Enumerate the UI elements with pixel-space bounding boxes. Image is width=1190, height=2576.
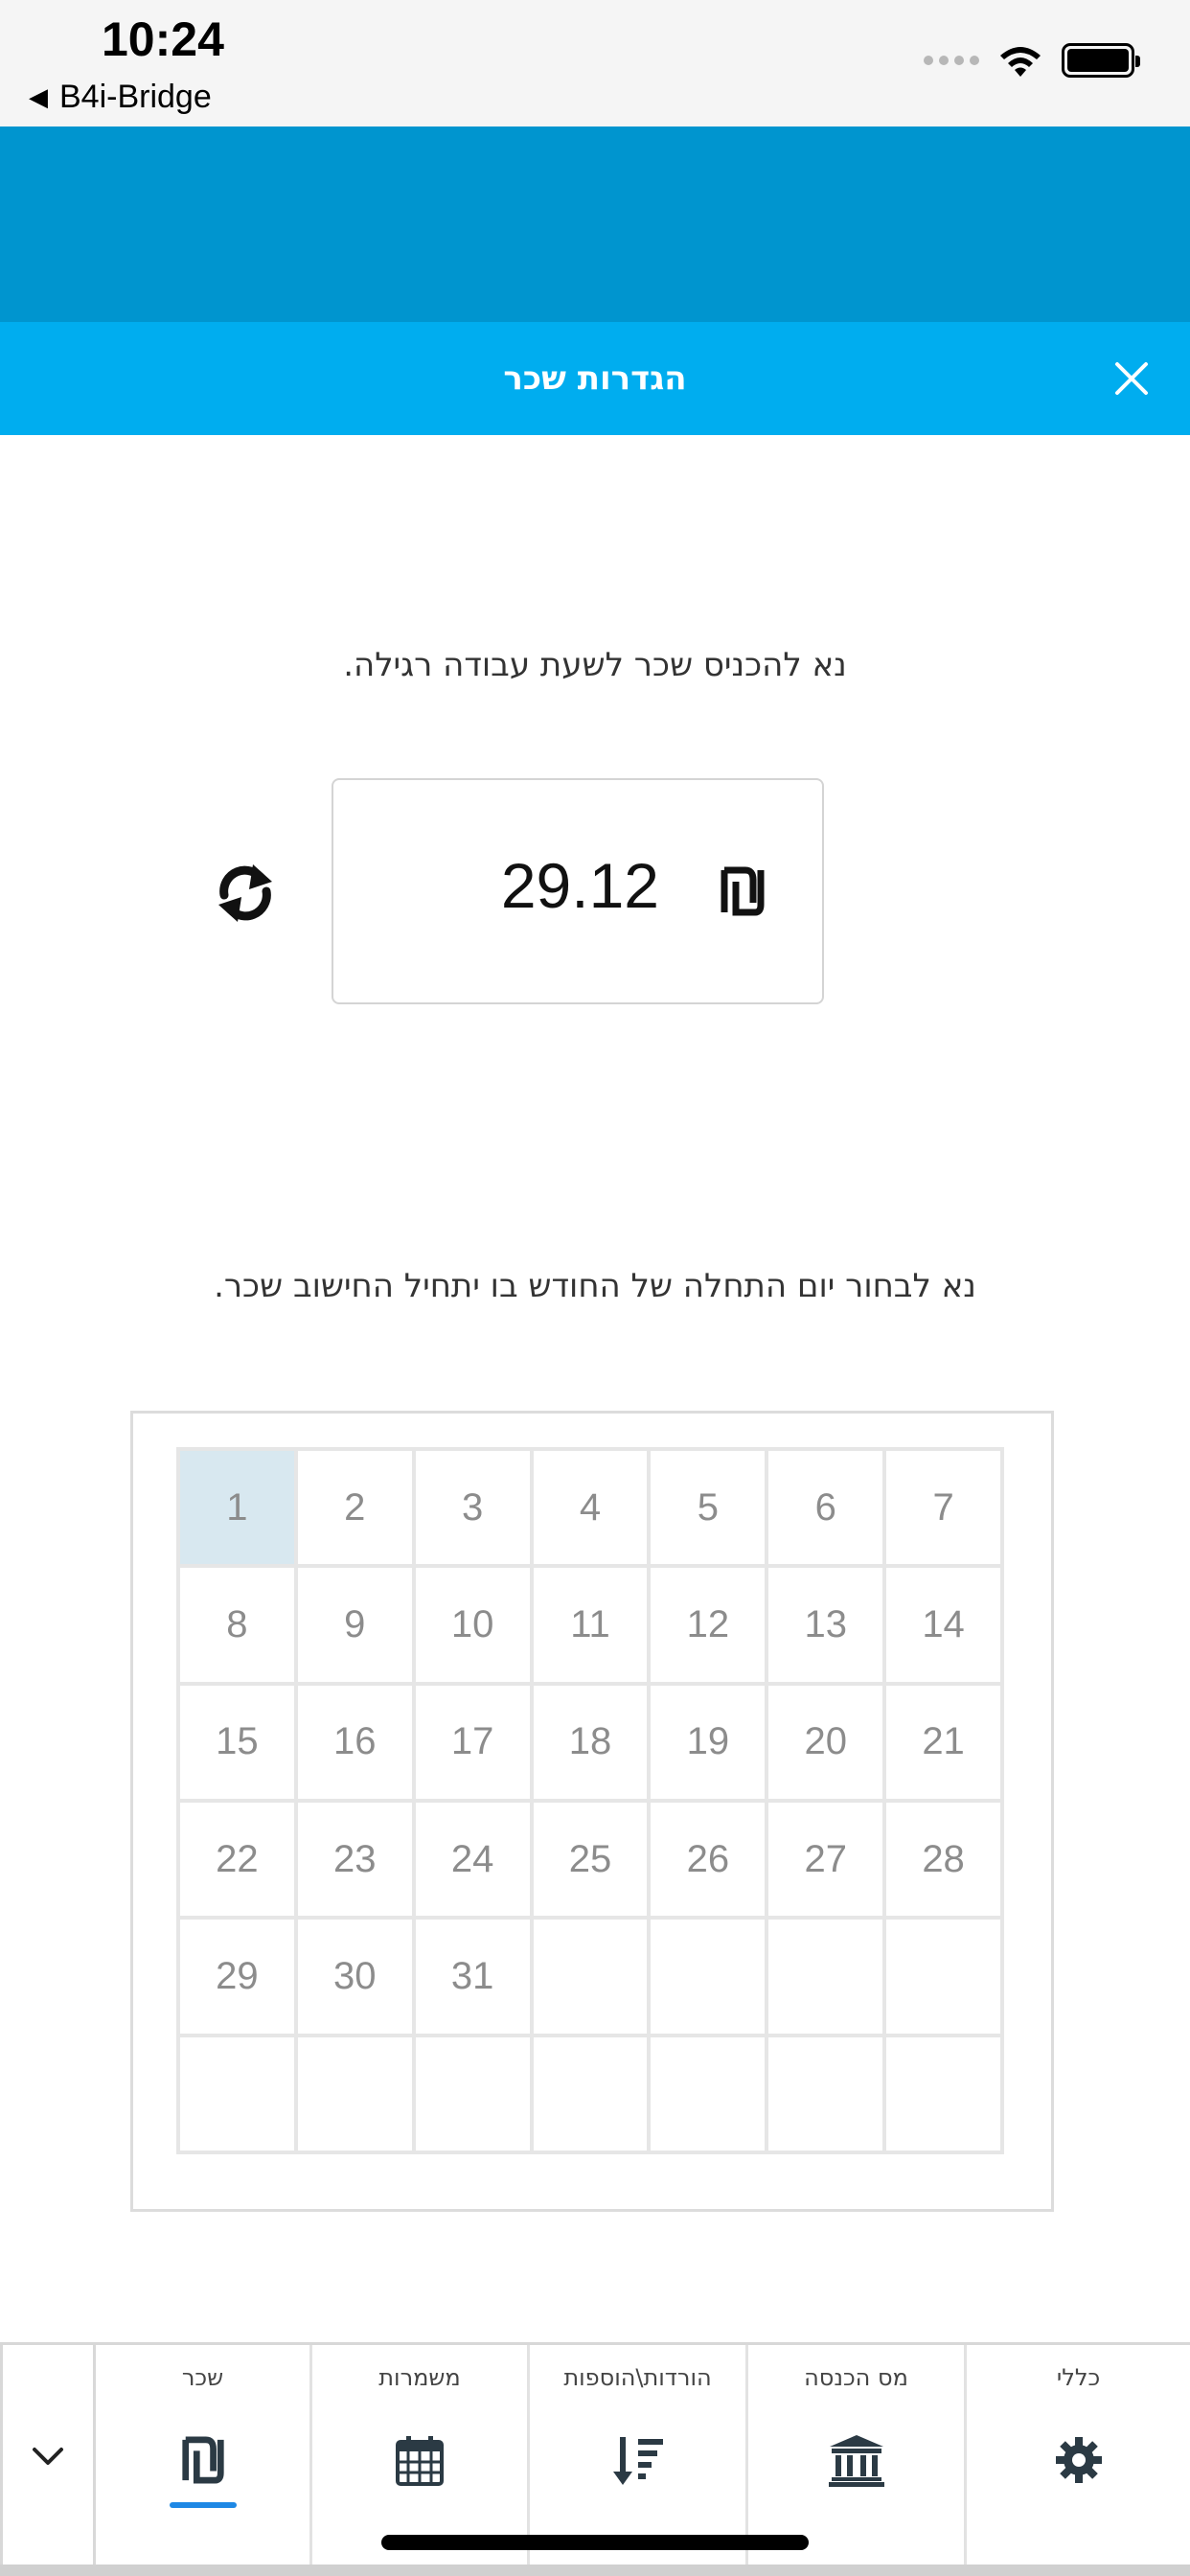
refresh-button[interactable] bbox=[211, 851, 280, 935]
gear-icon bbox=[1050, 2431, 1108, 2489]
calendar-day[interactable]: 4 bbox=[531, 1449, 650, 1567]
shekel-icon bbox=[174, 2431, 232, 2489]
calendar-day[interactable]: 2 bbox=[295, 1449, 414, 1567]
title-bar: הגדרות שכר bbox=[0, 322, 1190, 435]
calendar-day[interactable]: 6 bbox=[767, 1449, 885, 1567]
calendar-empty-cell bbox=[767, 2035, 885, 2152]
calendar-day[interactable]: 3 bbox=[413, 1449, 532, 1567]
shekel-icon bbox=[721, 866, 765, 916]
calendar-empty-cell bbox=[531, 2035, 650, 2152]
calendar-empty-cell bbox=[413, 2035, 532, 2152]
calendar-day[interactable]: 23 bbox=[295, 1801, 414, 1919]
calendar-day[interactable]: 7 bbox=[884, 1449, 1002, 1567]
start-day-prompt: נא לבחור יום התחלה של החודש בו יתחיל החי… bbox=[214, 1267, 976, 1305]
wage-row: 29.12 bbox=[0, 778, 1190, 1004]
tab-wage[interactable]: שכר bbox=[96, 2345, 312, 2567]
calendar-icon bbox=[391, 2431, 448, 2489]
calendar-empty-cell bbox=[178, 2035, 296, 2152]
calendar-day[interactable]: 14 bbox=[884, 1566, 1002, 1684]
tab-general-label: כללי bbox=[1056, 2364, 1101, 2391]
calendar-day[interactable]: 28 bbox=[884, 1801, 1002, 1919]
calendar-day[interactable]: 21 bbox=[884, 1683, 1002, 1801]
calendar-day[interactable]: 8 bbox=[178, 1566, 296, 1684]
wage-prompt: נא להכניס שכר לשעת עבודה רגילה. bbox=[343, 646, 847, 684]
calendar-day[interactable]: 12 bbox=[649, 1566, 767, 1684]
active-tab-indicator bbox=[169, 2502, 237, 2508]
chevron-down-icon bbox=[33, 2448, 63, 2465]
calendar-day[interactable]: 27 bbox=[767, 1801, 885, 1919]
refresh-icon bbox=[218, 864, 272, 922]
status-time: 10:24 bbox=[102, 12, 224, 66]
page-title: הגדרות שכר bbox=[503, 359, 687, 398]
hourly-wage-input[interactable]: 29.12 bbox=[332, 778, 824, 1004]
calendar-day[interactable]: 1 bbox=[178, 1449, 296, 1567]
back-to-app-link[interactable]: ◀ B4i-Bridge bbox=[29, 79, 212, 116]
calendar-day[interactable]: 20 bbox=[767, 1683, 885, 1801]
calendar-empty-cell bbox=[649, 2035, 767, 2152]
back-app-label: B4i-Bridge bbox=[59, 79, 212, 115]
calendar-day[interactable]: 24 bbox=[413, 1801, 532, 1919]
tab-shifts-label: משמרות bbox=[378, 2364, 461, 2391]
calendar-empty-cell bbox=[649, 1918, 767, 2036]
calendar-day[interactable]: 31 bbox=[413, 1918, 532, 2036]
calendar-day[interactable]: 26 bbox=[649, 1801, 767, 1919]
calendar-empty-cell bbox=[531, 1918, 650, 2036]
calendar-day[interactable]: 19 bbox=[649, 1683, 767, 1801]
battery-icon bbox=[1062, 43, 1140, 78]
hourly-wage-value: 29.12 bbox=[500, 850, 659, 921]
calendar-day[interactable]: 10 bbox=[413, 1566, 532, 1684]
calendar-empty-cell bbox=[884, 1918, 1002, 2036]
calendar-day[interactable]: 30 bbox=[295, 1918, 414, 2036]
bottom-strip bbox=[0, 2564, 1190, 2576]
status-bar: 10:24 ◀ B4i-Bridge bbox=[0, 0, 1190, 126]
tab-wage-label: שכר bbox=[181, 2364, 224, 2391]
collapse-tabbar-button[interactable] bbox=[0, 2345, 96, 2567]
wifi-icon bbox=[1000, 47, 1041, 77]
calendar-day[interactable]: 17 bbox=[413, 1683, 532, 1801]
tab-income-tax-label: מס הכנסה bbox=[804, 2364, 908, 2391]
signal-icon bbox=[924, 56, 979, 65]
calendar-day[interactable]: 29 bbox=[178, 1918, 296, 2036]
calendar-day[interactable]: 13 bbox=[767, 1566, 885, 1684]
tab-general[interactable]: כללי bbox=[967, 2345, 1190, 2567]
calendar-day[interactable]: 9 bbox=[295, 1566, 414, 1684]
calendar-day[interactable]: 11 bbox=[531, 1566, 650, 1684]
home-indicator bbox=[381, 2535, 809, 2550]
calendar-day[interactable]: 25 bbox=[531, 1801, 650, 1919]
status-icons bbox=[924, 42, 1140, 79]
app-header bbox=[0, 126, 1190, 322]
calendar-day[interactable]: 5 bbox=[649, 1449, 767, 1567]
bank-icon bbox=[828, 2431, 885, 2489]
calendar-day[interactable]: 18 bbox=[531, 1683, 650, 1801]
tab-deductions-additions-label: הורדות\הוספות bbox=[563, 2364, 712, 2391]
back-triangle-icon: ◀ bbox=[29, 82, 48, 111]
calendar-day[interactable]: 15 bbox=[178, 1683, 296, 1801]
close-icon bbox=[1115, 362, 1148, 395]
start-day-calendar: 1 2 3 4 5 6 7 8 9 10 11 12 13 14 15 16 17 18 19 20 21 22 23 24 2… bbox=[176, 1447, 1004, 2154]
calendar-empty-cell bbox=[767, 1918, 885, 2036]
calendar-day[interactable]: 22 bbox=[178, 1801, 296, 1919]
close-button[interactable] bbox=[1108, 355, 1156, 402]
sort-descending-icon bbox=[609, 2431, 667, 2489]
calendar-empty-cell bbox=[884, 2035, 1002, 2152]
calendar-empty-cell bbox=[295, 2035, 414, 2152]
calendar-day[interactable]: 16 bbox=[295, 1683, 414, 1801]
